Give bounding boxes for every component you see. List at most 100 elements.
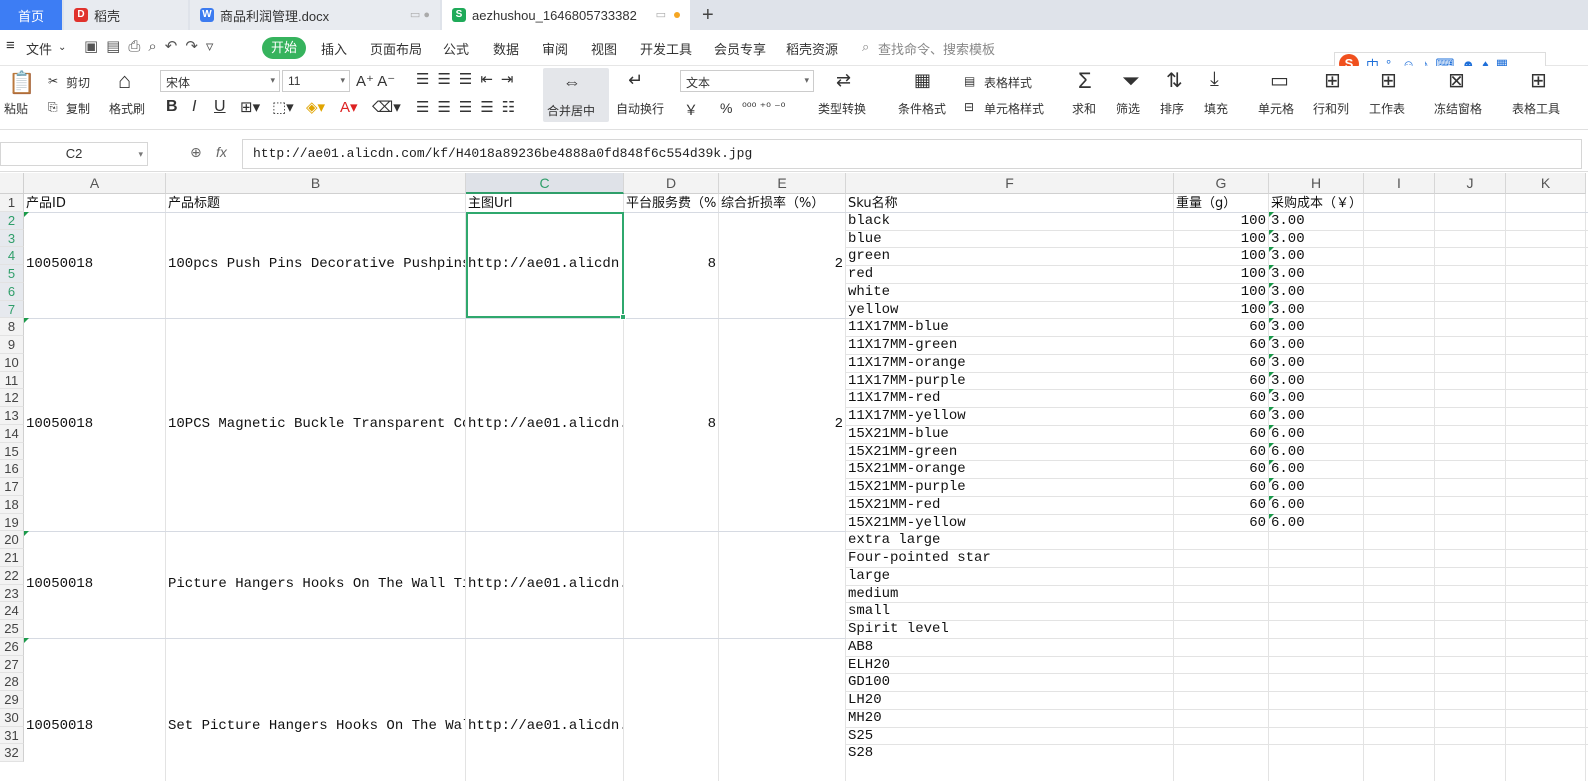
sku-name-cell[interactable]: red	[846, 266, 1172, 283]
header-cell-h[interactable]: 采购成本（￥）	[1269, 195, 1364, 212]
header-cell-g[interactable]: 重量（g）	[1174, 195, 1269, 212]
row-header[interactable]: 1	[0, 194, 24, 212]
sku-cost-cell[interactable]: 3.00	[1269, 213, 1363, 230]
sku-weight-cell[interactable]: 100	[1174, 248, 1268, 265]
row-header[interactable]: 13	[0, 407, 24, 425]
border-icon[interactable]: ⊞▾	[240, 98, 260, 116]
command-search[interactable]: 查找命令、搜索模板	[878, 39, 995, 58]
merge-center-button[interactable]: ⇔ 合并居中	[543, 68, 609, 122]
column-header-i[interactable]: I	[1364, 173, 1435, 194]
product-title-cell[interactable]: Set Picture Hangers Hooks On The Wall	[166, 718, 465, 735]
font-size-select[interactable]: 11 ▾	[282, 70, 350, 92]
zoom-icon[interactable]: ⊕	[190, 144, 202, 161]
sku-name-cell[interactable]: yellow	[846, 302, 1172, 319]
sku-cost-cell[interactable]: 3.00	[1269, 231, 1363, 248]
sku-name-cell[interactable]: 11X17MM-blue	[846, 319, 1172, 336]
sku-name-cell[interactable]: ELH20	[846, 657, 1172, 674]
header-cell-f[interactable]: Sku名称	[846, 195, 1174, 212]
row-header[interactable]: 6	[0, 282, 24, 301]
sku-name-cell[interactable]: black	[846, 213, 1172, 230]
font-color-icon[interactable]: A▾	[340, 98, 358, 116]
bold-icon[interactable]: B	[166, 98, 178, 116]
row-header[interactable]: 20	[0, 531, 24, 549]
sku-cost-cell[interactable]: 3.00	[1269, 319, 1363, 336]
sku-name-cell[interactable]: medium	[846, 586, 1172, 603]
sku-weight-cell[interactable]: 100	[1174, 266, 1268, 283]
cut-button[interactable]: 剪切	[66, 74, 90, 91]
sku-weight-cell[interactable]: 60	[1174, 461, 1268, 478]
sku-weight-cell[interactable]: 60	[1174, 426, 1268, 443]
row-header[interactable]: 15	[0, 442, 24, 461]
sku-name-cell[interactable]: 11X17MM-purple	[846, 373, 1172, 390]
type-convert-button[interactable]: 类型转换	[818, 100, 866, 117]
sku-cost-cell[interactable]: 6.00	[1269, 497, 1363, 514]
sku-name-cell[interactable]: 11X17MM-green	[846, 337, 1172, 354]
menu-start[interactable]: 开始	[262, 37, 306, 59]
sku-weight-cell[interactable]: 60	[1174, 319, 1268, 336]
sku-name-cell[interactable]: large	[846, 568, 1172, 585]
sku-name-cell[interactable]: 11X17MM-orange	[846, 355, 1172, 372]
row-header[interactable]: 11	[0, 371, 24, 390]
row-header[interactable]: 10	[0, 353, 24, 372]
sku-weight-cell[interactable]: 100	[1174, 213, 1268, 230]
sort-button[interactable]: 排序	[1160, 100, 1184, 117]
copy-button[interactable]: 复制	[66, 100, 90, 117]
sku-name-cell[interactable]: 15X21MM-orange	[846, 461, 1172, 478]
sku-name-cell[interactable]: Four-pointed star	[846, 550, 1172, 567]
table-style-button[interactable]: 表格样式	[984, 74, 1032, 91]
sku-cost-cell[interactable]: 6.00	[1269, 444, 1363, 461]
sku-name-cell[interactable]: AB8	[846, 639, 1172, 656]
align-horizontal-icons[interactable]: ☰☰☰☰☷	[416, 98, 523, 116]
row-header[interactable]: 26	[0, 637, 24, 656]
sku-name-cell[interactable]: 15X21MM-yellow	[846, 515, 1172, 532]
row-header[interactable]: 24	[0, 602, 24, 620]
sum-icon[interactable]: Σ	[1078, 68, 1092, 94]
row-header[interactable]: 8	[0, 318, 24, 336]
product-id-cell[interactable]: 10050018	[24, 576, 165, 593]
table-tools-button[interactable]: 表格工具	[1512, 100, 1560, 117]
tab-home[interactable]: 首页	[0, 0, 62, 30]
sku-weight-cell[interactable]: 100	[1174, 302, 1268, 319]
wrap-text-button[interactable]: 自动换行	[616, 100, 664, 117]
row-header[interactable]: 21	[0, 549, 24, 567]
column-header-f[interactable]: F	[846, 173, 1174, 194]
product-loss-cell[interactable]: 2	[719, 256, 845, 273]
number-format-select[interactable]: 文本 ▾	[680, 70, 814, 92]
row-header[interactable]: 30	[0, 708, 24, 727]
product-url-cell[interactable]: http://ae01.alicdn.c	[466, 576, 623, 593]
tab-docer[interactable]: D 稻壳	[64, 0, 188, 30]
tab-docx[interactable]: W 商品利润管理.docx ▭ ●	[190, 0, 440, 30]
tab-sheet-controls-icon[interactable]: ▭	[656, 8, 680, 21]
search-icon[interactable]: ⌕	[862, 39, 869, 55]
sku-cost-cell[interactable]: 3.00	[1269, 337, 1363, 354]
column-header-g[interactable]: G	[1174, 173, 1269, 194]
menu-insert[interactable]: 插入	[321, 39, 347, 58]
sku-name-cell[interactable]: S25	[846, 728, 1172, 745]
new-tab-button[interactable]: +	[694, 0, 724, 30]
sku-weight-cell[interactable]: 60	[1174, 373, 1268, 390]
sku-cost-cell[interactable]: 3.00	[1269, 373, 1363, 390]
sku-weight-cell[interactable]: 60	[1174, 515, 1268, 532]
sum-button[interactable]: 求和	[1072, 100, 1096, 117]
sku-cost-cell[interactable]: 6.00	[1269, 479, 1363, 496]
sku-weight-cell[interactable]: 60	[1174, 355, 1268, 372]
row-header[interactable]: 29	[0, 691, 24, 709]
select-all-corner[interactable]	[0, 173, 24, 194]
sku-cost-cell[interactable]: 6.00	[1269, 515, 1363, 532]
sku-weight-cell[interactable]: 60	[1174, 497, 1268, 514]
product-fee-cell[interactable]: 8	[624, 416, 718, 433]
cell-style-icon[interactable]: ⊟	[964, 100, 974, 114]
menu-data[interactable]: 数据	[493, 39, 519, 58]
row-header[interactable]: 4	[0, 247, 24, 265]
column-header-j[interactable]: J	[1435, 173, 1506, 194]
align-vertical-icons[interactable]: ☰☰☰⇤⇥	[416, 70, 521, 88]
currency-button[interactable]: ￥	[684, 100, 698, 120]
sku-cost-cell[interactable]: 3.00	[1269, 302, 1363, 319]
sku-name-cell[interactable]: Spirit level	[846, 621, 1172, 638]
freeze-icon[interactable]: ⊠	[1448, 68, 1465, 93]
selected-cell-highlight[interactable]	[466, 211, 624, 319]
product-title-cell[interactable]: 100pcs Push Pins Decorative Pushpins F	[166, 256, 465, 273]
copy-icon[interactable]: ⎘	[48, 100, 58, 115]
sku-name-cell[interactable]: 11X17MM-yellow	[846, 408, 1172, 425]
menu-dev-tools[interactable]: 开发工具	[640, 39, 692, 58]
